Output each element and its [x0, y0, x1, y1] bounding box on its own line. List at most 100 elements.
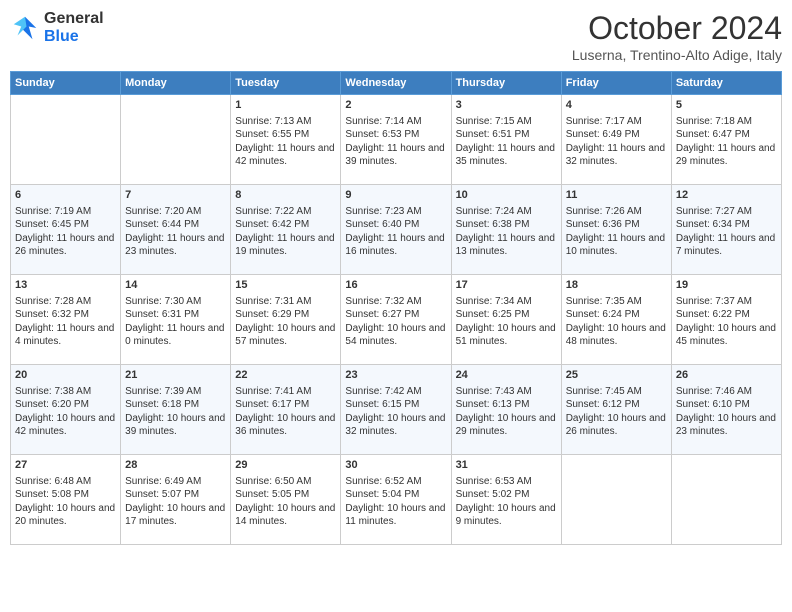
sunrise-text: Sunrise: 7:38 AM	[15, 386, 91, 397]
daylight-text: Daylight: 10 hours and 17 minutes.	[125, 503, 225, 528]
day-number: 12	[676, 188, 777, 203]
sunrise-text: Sunrise: 6:49 AM	[125, 476, 201, 487]
day-number: 3	[456, 98, 557, 113]
calendar-day-header: Friday	[561, 72, 671, 95]
day-number: 23	[345, 368, 446, 383]
daylight-text: Daylight: 10 hours and 11 minutes.	[345, 503, 445, 528]
sunrise-text: Sunrise: 7:15 AM	[456, 116, 532, 127]
day-number: 30	[345, 458, 446, 473]
sunrise-text: Sunrise: 7:41 AM	[235, 386, 311, 397]
day-number: 4	[566, 98, 667, 113]
calendar-day-header: Tuesday	[231, 72, 341, 95]
sunrise-text: Sunrise: 7:13 AM	[235, 116, 311, 127]
daylight-text: Daylight: 10 hours and 9 minutes.	[456, 503, 556, 528]
day-number: 13	[15, 278, 116, 293]
daylight-text: Daylight: 10 hours and 32 minutes.	[345, 413, 445, 438]
calendar-cell: 12Sunrise: 7:27 AMSunset: 6:34 PMDayligh…	[671, 185, 781, 275]
day-number: 6	[15, 188, 116, 203]
calendar-cell: 27Sunrise: 6:48 AMSunset: 5:08 PMDayligh…	[11, 455, 121, 545]
sunset-text: Sunset: 6:24 PM	[566, 309, 640, 320]
day-number: 5	[676, 98, 777, 113]
sunset-text: Sunset: 6:13 PM	[456, 399, 530, 410]
sunset-text: Sunset: 6:47 PM	[676, 129, 750, 140]
daylight-text: Daylight: 10 hours and 23 minutes.	[676, 413, 776, 438]
sunrise-text: Sunrise: 7:37 AM	[676, 296, 752, 307]
location-title: Luserna, Trentino-Alto Adige, Italy	[572, 47, 782, 63]
day-number: 2	[345, 98, 446, 113]
calendar-cell	[671, 455, 781, 545]
sunset-text: Sunset: 6:20 PM	[15, 399, 89, 410]
daylight-text: Daylight: 11 hours and 23 minutes.	[125, 233, 224, 258]
day-number: 19	[676, 278, 777, 293]
daylight-text: Daylight: 11 hours and 39 minutes.	[345, 143, 444, 168]
sunset-text: Sunset: 6:25 PM	[456, 309, 530, 320]
day-number: 22	[235, 368, 336, 383]
daylight-text: Daylight: 10 hours and 51 minutes.	[456, 323, 556, 348]
logo-icon	[10, 13, 40, 43]
day-number: 10	[456, 188, 557, 203]
day-number: 28	[125, 458, 226, 473]
day-number: 7	[125, 188, 226, 203]
sunset-text: Sunset: 6:31 PM	[125, 309, 199, 320]
daylight-text: Daylight: 10 hours and 57 minutes.	[235, 323, 335, 348]
calendar-cell	[121, 95, 231, 185]
calendar-cell: 2Sunrise: 7:14 AMSunset: 6:53 PMDaylight…	[341, 95, 451, 185]
daylight-text: Daylight: 10 hours and 20 minutes.	[15, 503, 115, 528]
calendar-cell: 22Sunrise: 7:41 AMSunset: 6:17 PMDayligh…	[231, 365, 341, 455]
day-number: 1	[235, 98, 336, 113]
sunset-text: Sunset: 6:49 PM	[566, 129, 640, 140]
calendar-cell: 17Sunrise: 7:34 AMSunset: 6:25 PMDayligh…	[451, 275, 561, 365]
calendar-header-row: SundayMondayTuesdayWednesdayThursdayFrid…	[11, 72, 782, 95]
daylight-text: Daylight: 10 hours and 26 minutes.	[566, 413, 666, 438]
sunset-text: Sunset: 6:55 PM	[235, 129, 309, 140]
sunset-text: Sunset: 6:15 PM	[345, 399, 419, 410]
calendar-day-header: Monday	[121, 72, 231, 95]
day-number: 26	[676, 368, 777, 383]
sunrise-text: Sunrise: 7:34 AM	[456, 296, 532, 307]
sunset-text: Sunset: 5:04 PM	[345, 489, 419, 500]
sunset-text: Sunset: 6:40 PM	[345, 219, 419, 230]
day-number: 31	[456, 458, 557, 473]
sunset-text: Sunset: 6:10 PM	[676, 399, 750, 410]
calendar-day-header: Sunday	[11, 72, 121, 95]
calendar-cell: 23Sunrise: 7:42 AMSunset: 6:15 PMDayligh…	[341, 365, 451, 455]
sunset-text: Sunset: 6:27 PM	[345, 309, 419, 320]
calendar-cell	[561, 455, 671, 545]
daylight-text: Daylight: 11 hours and 29 minutes.	[676, 143, 775, 168]
calendar-cell: 29Sunrise: 6:50 AMSunset: 5:05 PMDayligh…	[231, 455, 341, 545]
daylight-text: Daylight: 10 hours and 36 minutes.	[235, 413, 335, 438]
day-number: 27	[15, 458, 116, 473]
sunrise-text: Sunrise: 7:46 AM	[676, 386, 752, 397]
sunrise-text: Sunrise: 6:53 AM	[456, 476, 532, 487]
day-number: 9	[345, 188, 446, 203]
daylight-text: Daylight: 11 hours and 26 minutes.	[15, 233, 114, 258]
calendar-cell: 4Sunrise: 7:17 AMSunset: 6:49 PMDaylight…	[561, 95, 671, 185]
logo-text: General Blue	[44, 10, 104, 46]
calendar-week-row: 1 Sunrise: 7:13 AM Sunset: 6:55 PM Daylight…	[11, 95, 782, 185]
sunrise-text: Sunrise: 7:14 AM	[345, 116, 421, 127]
sunrise-text: Sunrise: 7:30 AM	[125, 296, 201, 307]
calendar-week-row: 27Sunrise: 6:48 AMSunset: 5:08 PMDayligh…	[11, 455, 782, 545]
daylight-text: Daylight: 11 hours and 35 minutes.	[456, 143, 555, 168]
calendar-cell: 16Sunrise: 7:32 AMSunset: 6:27 PMDayligh…	[341, 275, 451, 365]
sunrise-text: Sunrise: 7:45 AM	[566, 386, 642, 397]
calendar-cell: 30 Sunrise: 6:52 AM Sunset: 5:04 PM Dayligh…	[341, 455, 451, 545]
month-title: October 2024	[572, 10, 782, 47]
calendar-cell	[11, 95, 121, 185]
calendar-cell: 7Sunrise: 7:20 AMSunset: 6:44 PMDaylight…	[121, 185, 231, 275]
calendar-cell: 11Sunrise: 7:26 AMSunset: 6:36 PMDayligh…	[561, 185, 671, 275]
sunrise-text: Sunrise: 7:27 AM	[676, 206, 752, 217]
daylight-text: Daylight: 10 hours and 14 minutes.	[235, 503, 335, 528]
sunset-text: Sunset: 6:45 PM	[15, 219, 89, 230]
daylight-text: Daylight: 11 hours and 0 minutes.	[125, 323, 224, 348]
sunrise-text: Sunrise: 7:22 AM	[235, 206, 311, 217]
sunrise-text: Sunrise: 6:50 AM	[235, 476, 311, 487]
sunrise-text: Sunrise: 7:23 AM	[345, 206, 421, 217]
day-number: 21	[125, 368, 226, 383]
day-number: 24	[456, 368, 557, 383]
sunrise-text: Sunrise: 6:52 AM	[345, 476, 421, 487]
sunset-text: Sunset: 6:29 PM	[235, 309, 309, 320]
calendar-cell: 28Sunrise: 6:49 AMSunset: 5:07 PMDayligh…	[121, 455, 231, 545]
daylight-text: Daylight: 11 hours and 10 minutes.	[566, 233, 665, 258]
sunrise-text: Sunrise: 7:39 AM	[125, 386, 201, 397]
